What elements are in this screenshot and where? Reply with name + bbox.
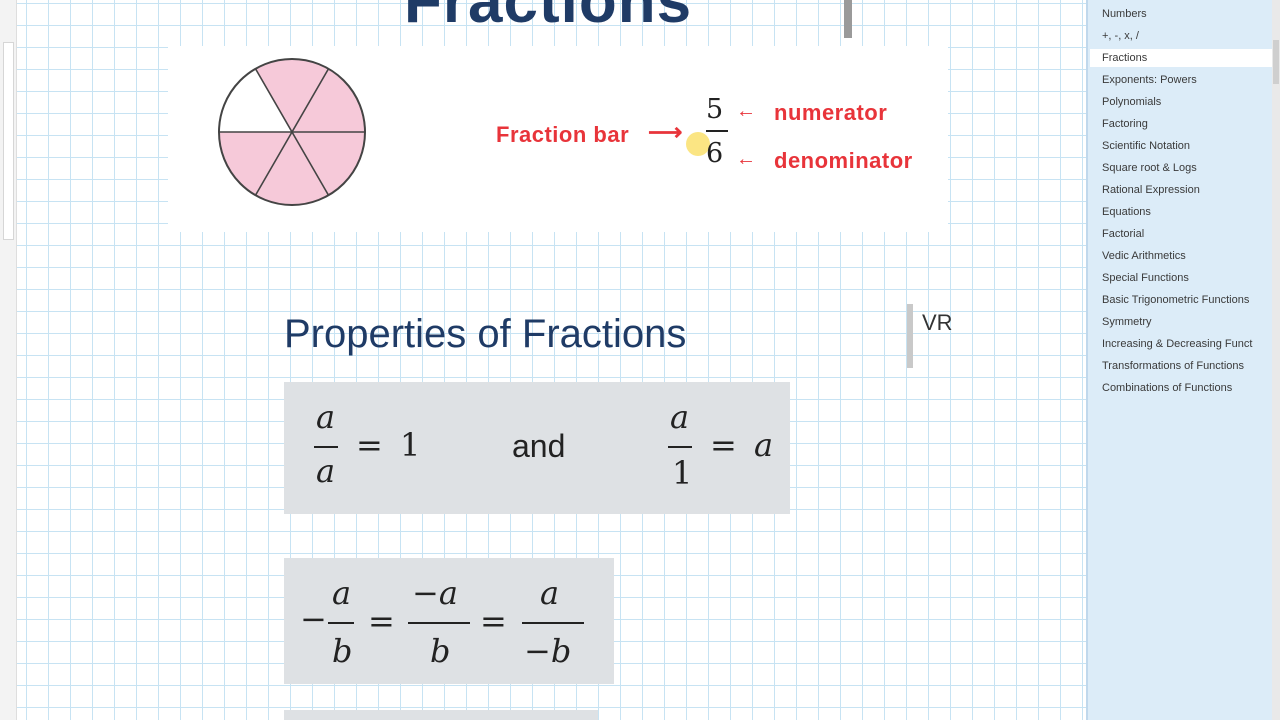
nav-item[interactable]: Factorial xyxy=(1100,225,1270,243)
formula-box-identity: a a = 1 and a 1 = a xyxy=(284,382,790,514)
nav-item[interactable]: Polynomials xyxy=(1100,93,1270,111)
nav-item[interactable]: Exponents: Powers xyxy=(1100,71,1270,89)
nav-item[interactable]: Rational Expression xyxy=(1100,181,1270,199)
fraction-diagram: Fraction bar ⟶ 5 6 ← numerator ← denomin… xyxy=(168,46,948,232)
formula-var: b xyxy=(430,632,451,670)
formula-fraction-bar xyxy=(668,446,692,448)
formula-equals: = xyxy=(356,426,383,464)
nav-item[interactable]: Fractions xyxy=(1090,49,1274,67)
denominator-arrow: ← xyxy=(736,148,757,170)
vr-label: VR xyxy=(922,310,953,335)
numerator-digit: 5 xyxy=(706,94,724,125)
left-scrollbar[interactable] xyxy=(0,0,17,720)
nav-item[interactable]: Vedic Arithmetics xyxy=(1100,247,1270,265)
numerator-label: numerator xyxy=(774,100,888,125)
grid-canvas: Fractions Fraction bar ⟶ 5 6 ← numerator… xyxy=(0,0,1086,720)
fraction-bar-arrow: ⟶ xyxy=(648,119,683,146)
resize-handle[interactable] xyxy=(844,0,852,38)
nav-item[interactable]: Symmetry xyxy=(1100,313,1270,331)
nav-item[interactable]: Combinations of Functions xyxy=(1100,379,1270,397)
formula-fraction-bar xyxy=(314,446,338,448)
formula-equals: = xyxy=(480,602,507,640)
formula-neg-var: −b xyxy=(524,632,572,670)
nav-item[interactable]: Scientific Notation xyxy=(1100,137,1270,155)
nav-item[interactable]: +, -, x, / xyxy=(1100,27,1270,45)
nav-item[interactable]: Factoring xyxy=(1100,115,1270,133)
denominator-label: denominator xyxy=(774,148,913,173)
nav-item[interactable]: Increasing & Decreasing Funct xyxy=(1100,335,1270,353)
formula-neg-var: −a xyxy=(412,574,458,612)
formula-var: a xyxy=(540,574,560,612)
formula-var: a xyxy=(670,398,690,436)
formula-var: a xyxy=(316,452,336,490)
nav-item[interactable]: Equations xyxy=(1100,203,1270,221)
formula-minus: − xyxy=(300,600,327,638)
section-heading: Properties of Fractions xyxy=(284,312,687,356)
formula-one: 1 xyxy=(672,454,693,492)
denominator-digit: 6 xyxy=(706,138,724,169)
formula-var: a xyxy=(754,426,774,464)
formula-var: a xyxy=(316,398,336,436)
formula-fraction-bar xyxy=(522,622,584,624)
fraction-bar-line xyxy=(706,130,728,132)
formula-box-partial xyxy=(284,710,598,720)
formula-one: 1 xyxy=(400,426,421,464)
formula-fraction-bar xyxy=(328,622,354,624)
formula-equals: = xyxy=(710,426,737,464)
formula-equals: = xyxy=(368,602,395,640)
topic-nav-panel: Numbers +, -, x, / Fractions Exponents: Pow… xyxy=(1086,0,1274,720)
nav-item[interactable]: Basic Trigonometric Functions xyxy=(1100,291,1270,309)
numerator-arrow: ← xyxy=(736,100,757,122)
pie-chart xyxy=(218,58,366,206)
right-scrollbar-thumb[interactable] xyxy=(1273,40,1279,84)
nav-item[interactable]: Special Functions xyxy=(1100,269,1270,287)
nav-item[interactable]: Numbers xyxy=(1100,5,1270,23)
page-title: Fractions xyxy=(404,0,693,36)
nav-item[interactable]: Transformations of Functions xyxy=(1100,357,1270,375)
formula-fraction-bar xyxy=(408,622,470,624)
formula-var: b xyxy=(332,632,353,670)
right-scrollbar[interactable] xyxy=(1272,0,1280,720)
formula-var: a xyxy=(332,574,352,612)
formula-box-negative: − a b = −a b = a −b xyxy=(284,558,614,684)
nav-item[interactable]: Square root & Logs xyxy=(1100,159,1270,177)
vr-marker-bar xyxy=(907,304,913,368)
fraction-bar-label: Fraction bar xyxy=(496,122,630,147)
formula-and-word: and xyxy=(512,428,566,464)
left-scrollbar-thumb[interactable] xyxy=(3,42,14,240)
